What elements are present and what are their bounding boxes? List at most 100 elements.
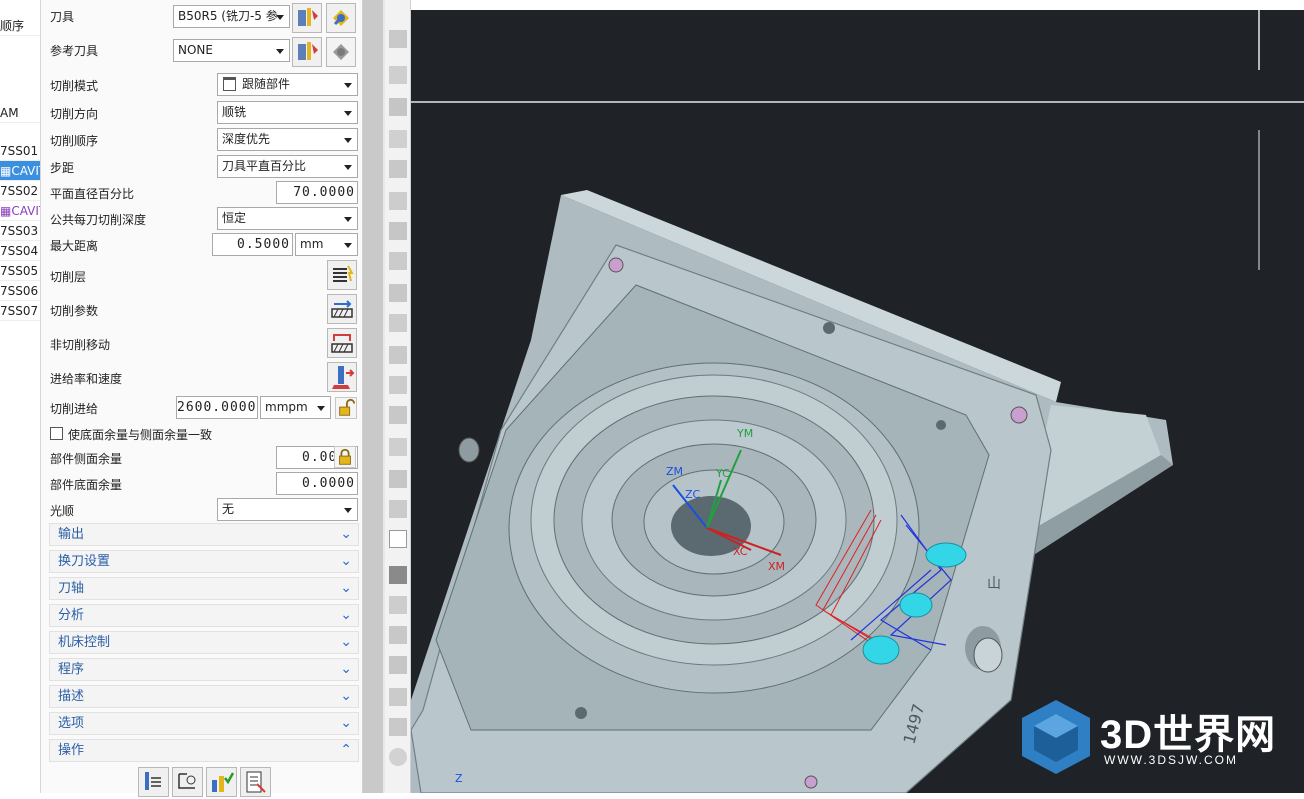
cut-params-button[interactable] <box>327 294 357 324</box>
max-distance-label: 最大距离 <box>50 239 99 253</box>
nav-row[interactable]: 7SS03 <box>0 221 40 241</box>
clock-icon[interactable] <box>389 748 407 766</box>
section-options[interactable]: 选项 ⌄ <box>49 712 359 735</box>
common-depth-dropdown[interactable]: 恒定 <box>217 207 358 230</box>
program-icon[interactable] <box>389 222 407 240</box>
vertical-toolbar <box>385 0 411 793</box>
document-icon[interactable] <box>389 530 407 548</box>
verify-icon <box>212 772 235 792</box>
nav-row[interactable]: 7SS01 <box>0 141 40 161</box>
axis-label-ym: YM <box>736 427 753 440</box>
section-actions[interactable]: 操作 ⌃ <box>49 739 359 762</box>
cut-levels-label: 切削层 <box>50 270 87 284</box>
cube-logo-icon <box>1022 700 1090 774</box>
panel-splitter[interactable] <box>363 0 383 793</box>
filter-icon[interactable] <box>389 406 407 424</box>
tool-dropdown[interactable]: B50R5 (铣刀-5 参 <box>173 5 290 28</box>
cut-direction-dropdown[interactable]: 顺铣 <box>217 101 358 124</box>
section-title: 机床控制 <box>58 635 111 650</box>
section-title: 描述 <box>58 689 85 704</box>
operation-dialog: 刀具 B50R5 (铣刀-5 参 参考刀具 NONE 切削模式 跟随部件 切削方… <box>41 0 363 797</box>
axis-label-zc: ZC <box>685 488 701 501</box>
section-output[interactable]: 输出 ⌄ <box>49 523 359 546</box>
measure-icon[interactable] <box>389 284 407 302</box>
flat-percent-input[interactable]: 70.0000 <box>276 181 358 204</box>
pencil-icon[interactable] <box>389 470 407 488</box>
smoothing-dropdown[interactable]: 无 <box>217 498 358 521</box>
ref-tool-dropdown[interactable]: NONE <box>173 39 290 62</box>
new-ref-tool-button[interactable] <box>326 37 356 67</box>
section-machine-control[interactable]: 机床控制 ⌄ <box>49 631 359 654</box>
graphics-window[interactable]: YM YC ZM ZC XC XM Z 1497 山 <box>411 0 1304 793</box>
zoom-icon[interactable] <box>389 718 407 736</box>
side-stock-lock-button[interactable] <box>334 446 356 468</box>
edit-icon[interactable] <box>389 500 407 518</box>
chevron-down-icon: ⌄ <box>340 661 352 677</box>
cut-feed-unit-dropdown[interactable]: mmpm <box>260 396 331 419</box>
edit-tool-button[interactable] <box>292 3 322 33</box>
view-icon[interactable] <box>389 98 407 116</box>
nav-row[interactable]: 7SS06 <box>0 281 40 301</box>
fit-icon[interactable] <box>389 626 407 644</box>
method-icon[interactable] <box>389 192 407 210</box>
feeds-speeds-label: 进给率和速度 <box>50 372 123 386</box>
floor-stock-input[interactable]: 0.0000 <box>276 472 358 495</box>
section-icon[interactable] <box>389 314 407 332</box>
section-title: 操作 <box>58 743 85 758</box>
tool-edit-icon <box>298 8 318 26</box>
ref-tool-edit-icon <box>298 42 318 60</box>
max-distance-input[interactable]: 0.5000 <box>212 233 293 256</box>
display-icon[interactable] <box>389 66 407 84</box>
new-tool-button[interactable] <box>326 3 356 33</box>
cut-direction-label: 切削方向 <box>50 107 99 121</box>
operation-icon: ▦ <box>0 164 12 178</box>
chevron-down-icon: ⌄ <box>340 580 352 596</box>
cut-pattern-dropdown[interactable]: 跟随部件 <box>217 73 358 96</box>
edit-ref-tool-button[interactable] <box>292 37 322 67</box>
nav-row[interactable]: 7SS02 <box>0 181 40 201</box>
same-stock-label: 使底面余量与侧面余量一致 <box>68 428 213 442</box>
orient-icon[interactable] <box>389 346 407 364</box>
side-stock-label: 部件侧面余量 <box>50 452 123 466</box>
section-analysis[interactable]: 分析 ⌄ <box>49 604 359 627</box>
nav-row[interactable]: 7SS05 <box>0 261 40 281</box>
chevron-up-icon: ⌃ <box>340 742 352 758</box>
cut-levels-button[interactable] <box>327 260 357 290</box>
cut-feed-lock-button[interactable] <box>335 397 357 419</box>
nav-row-selected[interactable]: ▦CAVIT <box>0 161 40 181</box>
cut-feed-input[interactable]: 2600.0000 <box>176 396 258 419</box>
snap-icon[interactable] <box>389 376 407 394</box>
non-cut-moves-button[interactable] <box>327 328 357 358</box>
nav-row-label: CAVIT <box>11 204 40 218</box>
stepover-dropdown[interactable]: 刀具平直百分比 <box>217 155 358 178</box>
generate-icon <box>145 772 161 790</box>
cut-params-label: 切削参数 <box>50 304 99 318</box>
same-stock-checkbox[interactable] <box>50 427 63 440</box>
nav-row[interactable]: AM <box>0 103 40 123</box>
shade-icon[interactable] <box>389 566 407 584</box>
wireframe-icon[interactable] <box>389 596 407 614</box>
analysis-icon[interactable] <box>389 252 407 270</box>
section-description[interactable]: 描述 ⌄ <box>49 685 359 708</box>
axis-label-xc: XC <box>733 545 748 558</box>
layer-icon[interactable] <box>389 30 407 48</box>
geometry-icon[interactable] <box>389 160 407 178</box>
pan-icon[interactable] <box>389 688 407 706</box>
tool-label: 刀具 <box>50 10 75 24</box>
tool-icon[interactable] <box>389 130 407 148</box>
feeds-speeds-button[interactable] <box>327 362 357 392</box>
section-tool-axis[interactable]: 刀轴 ⌄ <box>49 577 359 600</box>
nav-row[interactable]: ▦CAVIT <box>0 201 40 221</box>
text-icon[interactable] <box>389 438 407 456</box>
non-cut-moves-label: 非切削移动 <box>50 338 111 352</box>
part-engraving-2: 山 <box>987 576 1001 592</box>
cut-order-dropdown[interactable]: 深度优先 <box>217 128 358 151</box>
section-program[interactable]: 程序 ⌄ <box>49 658 359 681</box>
feeds-speeds-icon <box>332 366 355 389</box>
nav-row[interactable]: 7SS04 <box>0 241 40 261</box>
section-tool-change[interactable]: 换刀设置 ⌄ <box>49 550 359 573</box>
nav-row[interactable]: 7SS07 <box>0 301 40 321</box>
chevron-down-icon: ⌄ <box>340 688 352 704</box>
max-distance-unit-dropdown[interactable]: mm <box>295 233 358 256</box>
rotate-icon[interactable] <box>389 656 407 674</box>
